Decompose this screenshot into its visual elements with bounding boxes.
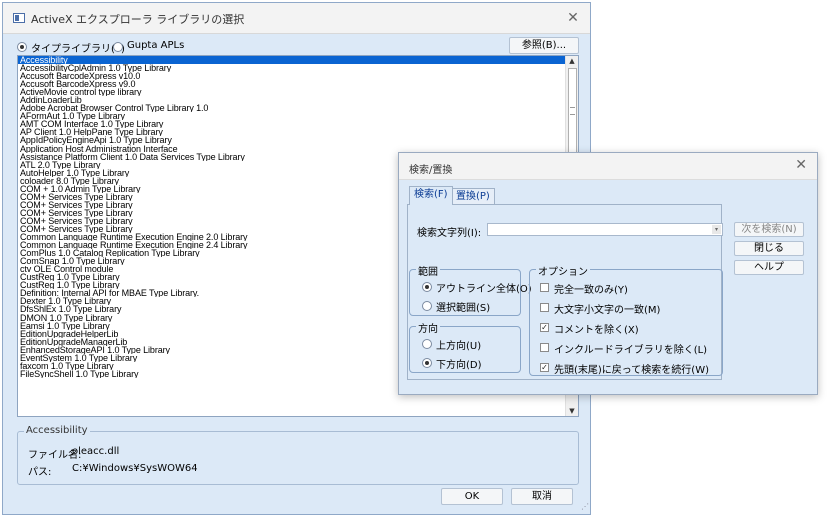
gupta-apls-radio-label: Gupta APLs [127, 40, 185, 51]
direction-down-label: 下方向(D) [436, 360, 482, 371]
direction-down-radio[interactable] [422, 358, 432, 368]
range-selection-label: 選択範囲(S) [436, 303, 491, 314]
info-group-title: Accessibility [24, 425, 90, 436]
scroll-thumb[interactable] [568, 68, 577, 154]
find-title-bar: 検索/置換 ✕ [399, 153, 817, 180]
whole-word-label: 完全一致のみ(Y) [554, 285, 628, 296]
app-window-icon [13, 13, 25, 23]
tab-replace[interactable]: 置換(P) [451, 188, 495, 205]
dialog-title: ActiveX エクスプローラ ライブラリの選択 [31, 13, 245, 26]
path-label: パス: [28, 467, 52, 478]
find-next-button[interactable]: 次を検索(N) [734, 222, 804, 237]
library-info-group: Accessibility ファイル名: oleacc.dll パス: C:¥W… [17, 425, 579, 485]
title-bar: ActiveX エクスプローラ ライブラリの選択 ✕ [3, 3, 590, 34]
search-string-input[interactable]: ▾ [487, 223, 723, 236]
exclude-comments-checkbox[interactable]: ✓ [540, 323, 549, 332]
type-library-radio[interactable] [17, 42, 27, 52]
exclude-include-libs-label: インクルードライブラリを除く(L) [554, 345, 708, 356]
direction-group-title: 方向 [416, 320, 440, 335]
options-group: オプション 完全一致のみ(Y) 大文字小文字の一致(M) ✓ コメントを除く(X… [529, 263, 723, 376]
scroll-up-arrow-icon[interactable]: ▲ [566, 56, 578, 66]
find-replace-dialog: 検索/置換 ✕ 検索(F) 置換(P) 検索文字列(I): ▾ 次を検索(N) … [398, 152, 818, 395]
search-string-label: 検索文字列(I): [417, 228, 482, 239]
range-selection-radio[interactable] [422, 301, 432, 311]
help-button[interactable]: ヘルプ [734, 260, 804, 275]
library-list-item[interactable]: Accessibility [18, 56, 566, 65]
wrap-around-label: 先頭(末尾)に戻って検索を続行(W) [554, 365, 709, 376]
gupta-apls-radio[interactable] [113, 42, 123, 52]
library-list-item[interactable]: AccessibilityCplAdmin 1.0 Type Library [18, 64, 566, 72]
find-dialog-title: 検索/置換 [409, 165, 453, 176]
direction-up-label: 上方向(U) [436, 341, 482, 352]
path-value: C:¥Windows¥SysWOW64 [72, 463, 198, 474]
library-list-item[interactable]: Accusoft BarcodeXpress v10.0 [18, 72, 566, 80]
resize-grip-icon[interactable]: ⋰ [581, 502, 589, 511]
match-case-label: 大文字小文字の一致(M) [554, 305, 661, 316]
whole-word-checkbox[interactable] [540, 283, 549, 292]
range-group-title: 範囲 [416, 263, 440, 278]
match-case-checkbox[interactable] [540, 303, 549, 312]
wrap-around-checkbox[interactable]: ✓ [540, 363, 549, 372]
type-library-radio-label: タイプライブラリ(T) [31, 44, 125, 55]
library-list-item[interactable]: AMT COM Interface 1.0 Type Library [18, 120, 566, 128]
library-list-item[interactable]: Accusoft BarcodeXpress v9.0 [18, 80, 566, 88]
exclude-include-libs-checkbox[interactable] [540, 343, 549, 352]
exclude-comments-label: コメントを除く(X) [554, 325, 639, 336]
library-list-item[interactable]: AFormAut 1.0 Type Library [18, 112, 566, 120]
browse-button[interactable]: 参照(B)... [509, 37, 579, 54]
range-outline-label: アウトライン全体(O) [436, 284, 532, 295]
library-list-item[interactable]: Adobe Acrobat Browser Control Type Libra… [18, 104, 566, 112]
find-close-icon[interactable]: ✕ [795, 157, 807, 173]
direction-up-radio[interactable] [422, 339, 432, 349]
library-list-item[interactable]: AP Client 1.0 HelpPane Type Library [18, 128, 566, 136]
tab-search[interactable]: 検索(F) [409, 186, 453, 205]
library-list-item[interactable]: AppIdPolicyEngineApi 1.0 Type Library [18, 136, 566, 144]
close-button[interactable]: 閉じる [734, 241, 804, 256]
options-group-title: オプション [536, 263, 590, 278]
close-icon[interactable]: ✕ [564, 9, 582, 27]
library-list-item[interactable]: ActiveMovie control type library [18, 88, 566, 96]
range-outline-radio[interactable] [422, 282, 432, 292]
library-list-item[interactable]: AddinLoaderLib [18, 96, 566, 104]
direction-group: 方向 上方向(U) 下方向(D) [409, 320, 521, 373]
range-group: 範囲 アウトライン全体(O) 選択範囲(S) [409, 263, 532, 316]
search-history-dropdown-icon[interactable]: ▾ [712, 225, 721, 234]
file-name-value: oleacc.dll [72, 446, 120, 457]
cancel-button[interactable]: 取消 [511, 488, 573, 505]
ok-button[interactable]: OK [441, 488, 503, 505]
scroll-down-arrow-icon[interactable]: ▼ [566, 406, 578, 416]
